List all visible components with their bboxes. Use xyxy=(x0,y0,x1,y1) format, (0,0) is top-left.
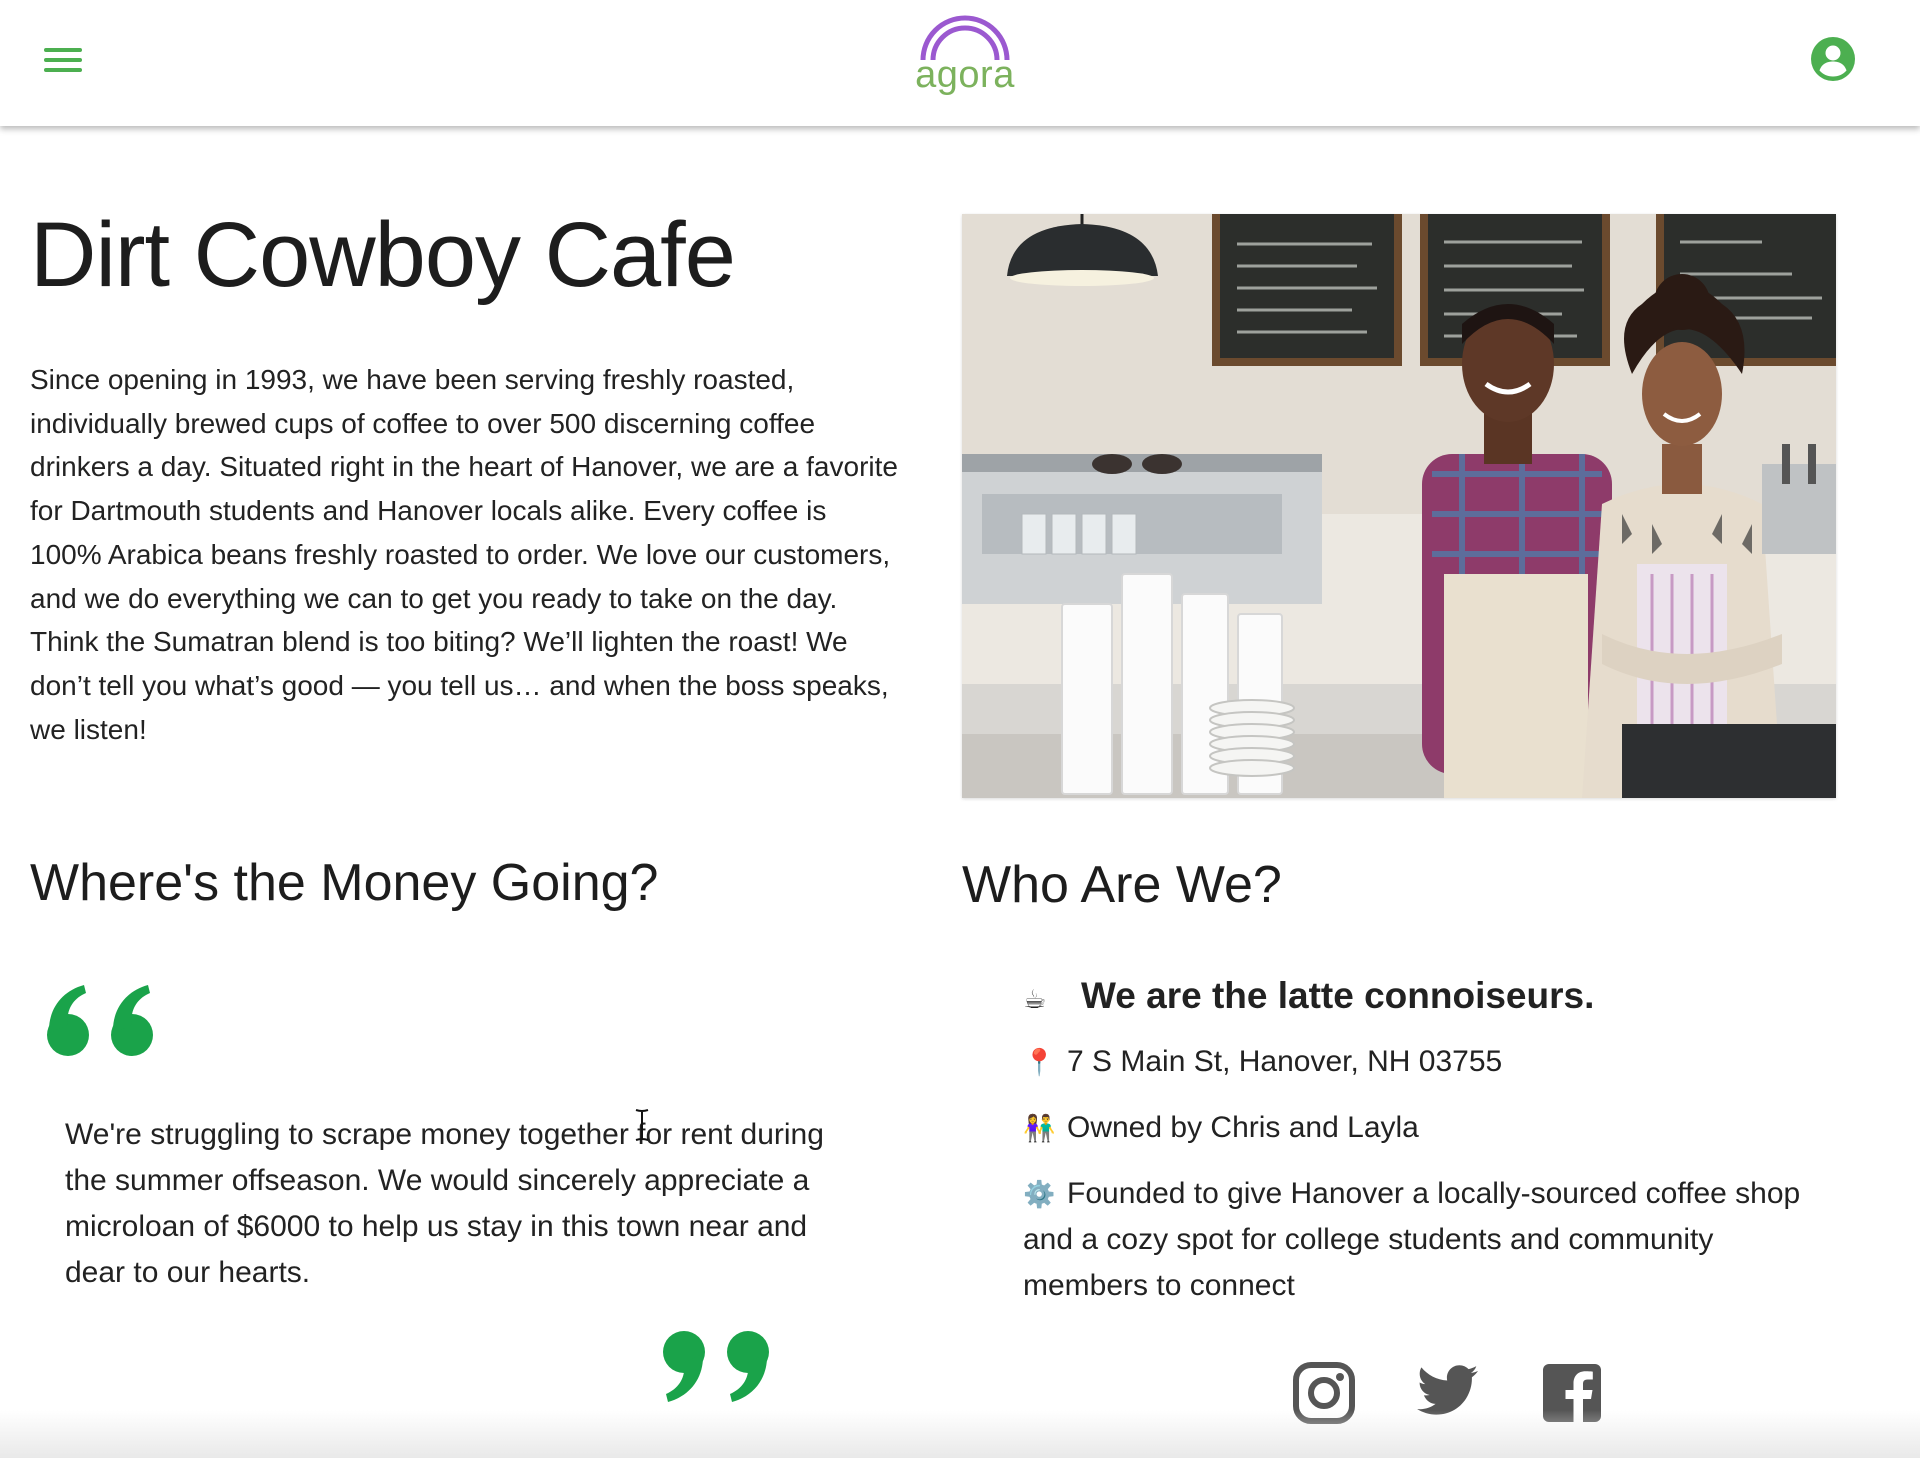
cafe-owners-photo xyxy=(962,214,1836,798)
founding-text: Founded to give Hanover a locally-source… xyxy=(1023,1177,1801,1302)
open-quote-icon xyxy=(40,975,170,1065)
owners-item: 👫 Owned by Chris and Layla xyxy=(1023,1105,1843,1151)
coffee-cup-icon: ☕ xyxy=(1023,984,1047,1014)
about-facts-list: ☕ We are the latte connoiseurs. 📍 7 S Main… xyxy=(1023,968,1843,1309)
tagline-item: ☕ We are the latte connoiseurs. xyxy=(1023,968,1843,1027)
top-navigation-bar: agora xyxy=(0,0,1920,126)
hamburger-menu-icon[interactable] xyxy=(40,40,88,80)
logo-text: agora xyxy=(915,54,1015,96)
address-text: 7 S Main St, Hanover, NH 03755 xyxy=(1067,1045,1503,1078)
funding-quote: We're struggling to scrape money togethe… xyxy=(65,1118,824,1289)
founding-item: ⚙️ Founded to give Hanover a locally-sour… xyxy=(1023,1171,1843,1309)
gear-icon: ⚙️ xyxy=(1023,1179,1056,1209)
money-section-heading: Where's the Money Going? xyxy=(30,854,659,912)
menu-line xyxy=(44,48,82,52)
close-quote-icon xyxy=(650,1322,780,1412)
location-pin-icon: 📍 xyxy=(1023,1047,1056,1077)
owners-text: Owned by Chris and Layla xyxy=(1067,1111,1419,1144)
tagline-text: We are the latte connoiseurs. xyxy=(1081,975,1595,1016)
business-name: Dirt Cowboy Cafe xyxy=(30,204,736,306)
couple-icon: 👫 xyxy=(1023,1113,1056,1143)
text-cursor-icon xyxy=(633,1108,651,1142)
address-item: 📍 7 S Main St, Hanover, NH 03755 xyxy=(1023,1039,1843,1085)
agora-logo[interactable]: agora xyxy=(915,14,1015,110)
menu-line xyxy=(44,58,82,62)
account-icon[interactable] xyxy=(1810,36,1856,82)
business-description: Since opening in 1993, we have been serv… xyxy=(30,364,898,745)
page-bottom-shade xyxy=(0,1410,1920,1458)
about-section-heading: Who Are We? xyxy=(962,856,1282,914)
menu-line xyxy=(44,68,82,72)
